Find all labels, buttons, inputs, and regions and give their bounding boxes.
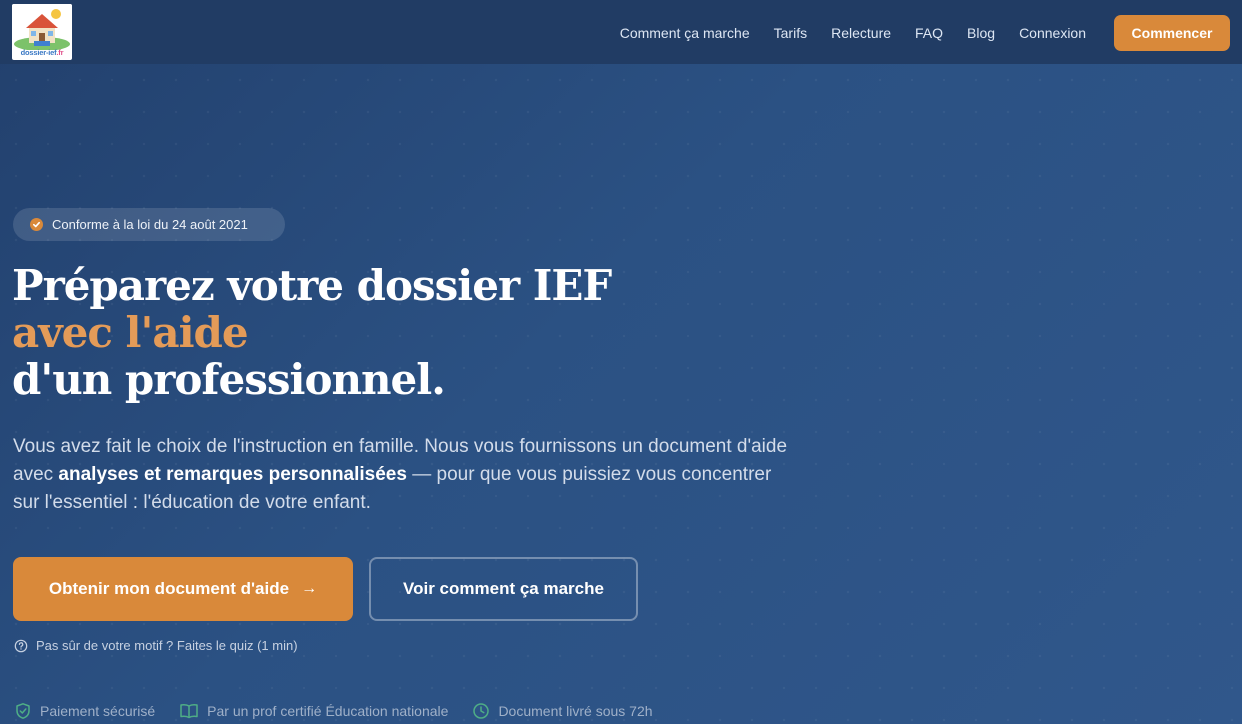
house-illustration xyxy=(12,4,72,51)
hero-title-line3: d'un professionnel. xyxy=(12,355,446,404)
trust-item-teacher: Par un prof certifié Éducation nationale xyxy=(179,702,448,720)
hero-title-accent: avec l'aide xyxy=(12,308,249,357)
trust-item-payment: Paiement sécurisé xyxy=(14,702,155,720)
clock-icon xyxy=(473,703,490,719)
nav-item-connexion[interactable]: Connexion xyxy=(1019,16,1086,50)
law-compliance-badge: Conforme à la loi du 24 août 2021 xyxy=(13,208,285,241)
get-document-button[interactable]: Obtenir mon document d'aide → xyxy=(13,557,353,621)
trust-label-payment: Paiement sécurisé xyxy=(40,703,156,719)
check-circle-icon xyxy=(30,218,43,231)
question-circle-icon xyxy=(14,639,28,652)
nav-item-blog[interactable]: Blog xyxy=(967,16,995,50)
trust-label-teacher: Par un prof certifié Éducation nationale xyxy=(207,703,449,719)
site-logo[interactable]: dossier-ief.fr xyxy=(12,4,72,60)
quiz-link[interactable]: Pas sûr de votre motif ? Faites le quiz … xyxy=(14,638,298,653)
hero-title-line1: Préparez votre dossier IEF xyxy=(12,261,612,310)
hero-title: Préparez votre dossier IEF avec l'aide d… xyxy=(12,261,612,404)
lead-text-bold: analyses et remarques personnalisées xyxy=(58,464,407,485)
how-it-works-button[interactable]: Voir comment ça marche xyxy=(369,557,638,621)
site-header: dossier-ief.fr Comment ça marche Tarifs … xyxy=(0,0,1242,64)
get-document-label: Obtenir mon document d'aide xyxy=(48,579,290,598)
main-nav: Comment ça marche Tarifs Relecture FAQ B… xyxy=(620,15,1230,51)
book-icon xyxy=(180,704,198,719)
trust-bar: Paiement sécurisé Par un prof certifié É… xyxy=(14,702,677,720)
nav-item-comment-ca-marche[interactable]: Comment ça marche xyxy=(620,16,750,50)
trust-item-delivery: Document livré sous 72h xyxy=(472,702,653,720)
commencer-button[interactable]: Commencer xyxy=(1114,15,1230,51)
nav-item-tarifs[interactable]: Tarifs xyxy=(774,16,807,50)
quiz-link-label: Pas sûr de votre motif ? Faites le quiz … xyxy=(36,638,298,653)
nav-item-faq[interactable]: FAQ xyxy=(915,16,943,50)
hero-lead: Vous avez fait le choix de l'instruction… xyxy=(13,433,793,517)
logo-text: dossier-ief.fr xyxy=(20,48,64,57)
arrow-right-icon: → xyxy=(301,580,318,597)
nav-item-relecture[interactable]: Relecture xyxy=(831,16,891,50)
trust-label-delivery: Document livré sous 72h xyxy=(498,703,653,719)
how-it-works-label: Voir comment ça marche xyxy=(403,579,604,598)
badge-label: Conforme à la loi du 24 août 2021 xyxy=(52,217,248,232)
shield-icon xyxy=(16,703,30,719)
